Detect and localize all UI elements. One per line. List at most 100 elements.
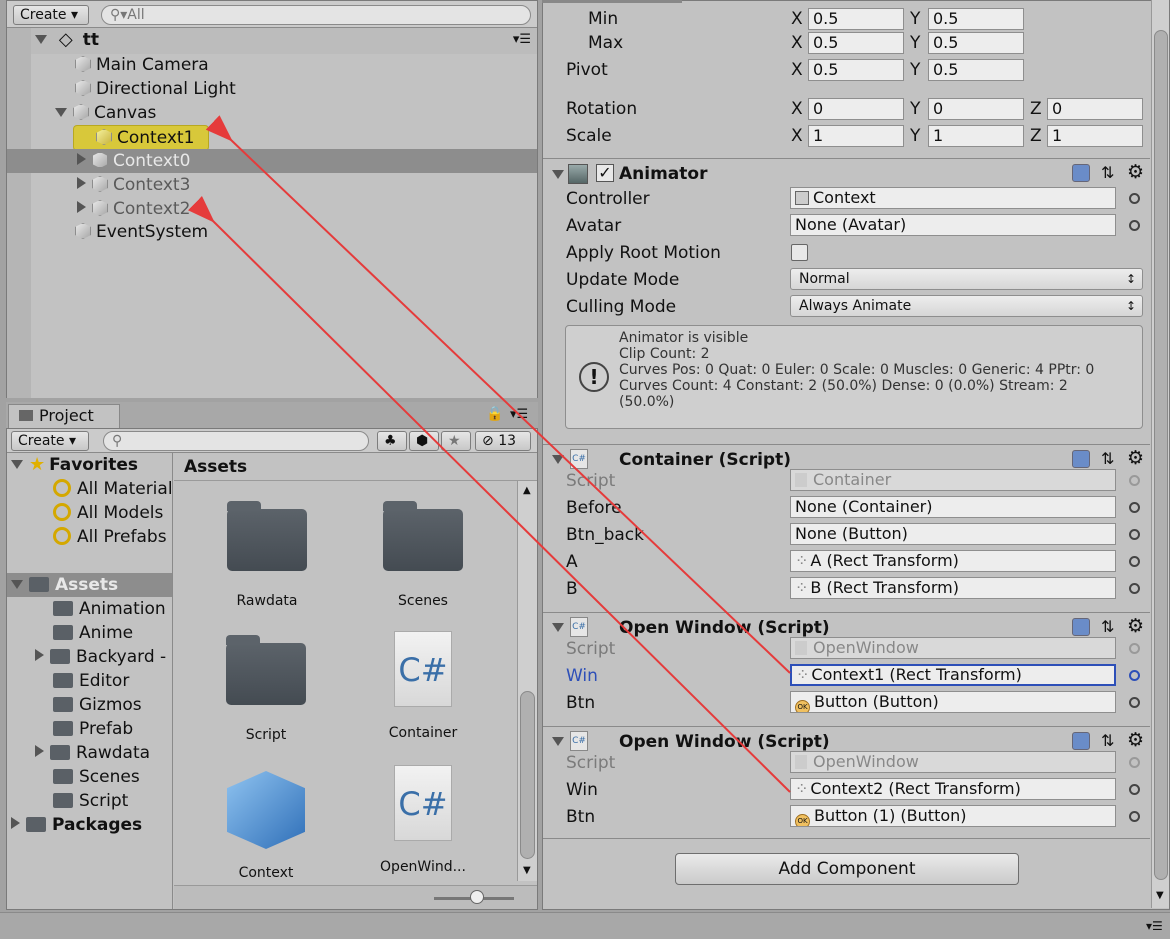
preset-icon[interactable]: ⇅: [1101, 731, 1114, 750]
help-book-icon[interactable]: [1072, 164, 1090, 182]
scene-menu-icon[interactable]: ▾☰: [513, 28, 531, 52]
scale-y-field[interactable]: 1: [928, 125, 1024, 147]
gear-icon[interactable]: ⚙: [1127, 615, 1144, 637]
object-picker-icon[interactable]: [1129, 556, 1140, 567]
favorite-button[interactable]: ★: [441, 431, 471, 451]
help-book-icon[interactable]: [1072, 618, 1090, 636]
hierarchy-item-context3[interactable]: Context3: [77, 173, 190, 197]
asset-context[interactable]: Context: [191, 771, 341, 881]
object-picker-icon[interactable]: [1129, 784, 1140, 795]
icon-size-slider-handle[interactable]: [470, 890, 484, 904]
open-window-2-win-field[interactable]: ⁘ Context2 (Rect Transform): [790, 778, 1116, 800]
hierarchy-create-button[interactable]: Create ▾: [13, 5, 89, 25]
project-search-input[interactable]: ⚲: [103, 431, 369, 451]
open-window-2-btn-field[interactable]: OK Button (1) (Button): [790, 805, 1116, 827]
packages-root-folder[interactable]: Packages: [11, 813, 142, 837]
folder-gizmos[interactable]: Gizmos: [53, 693, 142, 717]
avatar-field[interactable]: None (Avatar): [790, 214, 1116, 236]
rotation-y-field[interactable]: 0: [928, 98, 1024, 120]
folder-rawdata[interactable]: Rawdata: [35, 741, 150, 765]
btn-back-field[interactable]: None (Button): [790, 523, 1116, 545]
hierarchy-item-eventsystem[interactable]: EventSystem: [75, 220, 208, 244]
filter-by-type-button[interactable]: ♣: [377, 431, 407, 451]
gear-icon[interactable]: ⚙: [1127, 729, 1144, 751]
before-field[interactable]: None (Container): [790, 496, 1116, 518]
a-field[interactable]: ⁘ A (Rect Transform): [790, 550, 1116, 572]
favorite-item-all-prefabs[interactable]: All Prefabs: [53, 525, 167, 549]
pivot-x-field[interactable]: 0.5: [808, 59, 904, 81]
favorites-header[interactable]: ★ Favorites: [11, 453, 138, 477]
gear-icon[interactable]: ⚙: [1127, 447, 1144, 469]
foldout-arrow-icon[interactable]: [552, 170, 564, 179]
hierarchy-item-context1[interactable]: Context1: [73, 125, 210, 151]
scroll-up-icon[interactable]: ▲: [523, 485, 531, 496]
scale-z-field[interactable]: 1: [1047, 125, 1143, 147]
panel-menu-icon[interactable]: ▾☰: [510, 407, 528, 422]
filter-by-label-button[interactable]: ⬢: [409, 431, 439, 451]
rotation-x-field[interactable]: 0: [808, 98, 904, 120]
add-component-button[interactable]: Add Component: [675, 853, 1019, 885]
project-tab[interactable]: Project: [8, 404, 120, 428]
asset-rawdata[interactable]: Rawdata: [192, 501, 342, 609]
asset-grid-scrollbar[interactable]: ▲ ▼: [517, 481, 537, 881]
object-picker-icon[interactable]: [1129, 697, 1140, 708]
folder-backyard[interactable]: Backyard -: [35, 645, 166, 669]
folder-script[interactable]: Script: [53, 789, 128, 813]
object-picker-icon[interactable]: [1129, 583, 1140, 594]
hierarchy-search-input[interactable]: ⚲▾All: [101, 5, 531, 25]
foldout-arrow-icon[interactable]: [552, 623, 564, 632]
apply-root-motion-checkbox[interactable]: [791, 244, 808, 261]
b-field[interactable]: ⁘ B (Rect Transform): [790, 577, 1116, 599]
favorite-item-all-material[interactable]: All Material: [53, 477, 173, 501]
preset-icon[interactable]: ⇅: [1101, 449, 1114, 468]
expand-arrow-icon[interactable]: [11, 460, 23, 469]
breadcrumb-label[interactable]: Assets: [184, 457, 247, 477]
hierarchy-item-main-camera[interactable]: Main Camera: [75, 53, 209, 77]
hierarchy-item-directional-light[interactable]: Directional Light: [75, 77, 236, 101]
folder-anime[interactable]: Anime: [53, 621, 133, 645]
help-book-icon[interactable]: [1072, 732, 1090, 750]
culling-mode-dropdown[interactable]: Always Animate: [790, 295, 1143, 317]
folder-animation[interactable]: Animation: [53, 597, 166, 621]
expand-arrow-icon[interactable]: [35, 35, 47, 44]
expand-arrow-icon[interactable]: [11, 817, 20, 829]
folder-scenes[interactable]: Scenes: [53, 765, 140, 789]
expand-arrow-icon[interactable]: [77, 177, 86, 189]
update-mode-dropdown[interactable]: Normal: [790, 268, 1143, 290]
expand-arrow-icon[interactable]: [77, 201, 86, 213]
open-window-1-btn-field[interactable]: OK Button (Button): [790, 691, 1116, 713]
expand-arrow-icon[interactable]: [55, 108, 67, 117]
gear-icon[interactable]: ⚙: [1127, 161, 1144, 183]
anchor-max-y-field[interactable]: 0.5: [928, 32, 1024, 54]
preset-icon[interactable]: ⇅: [1101, 617, 1114, 636]
expand-arrow-icon[interactable]: [35, 745, 44, 757]
asset-container[interactable]: C# Container: [348, 631, 498, 741]
hierarchy-item-context2[interactable]: Context2: [77, 197, 190, 221]
folder-prefab[interactable]: Prefab: [53, 717, 133, 741]
inspector-scrollbar[interactable]: ▼: [1151, 0, 1169, 908]
help-book-icon[interactable]: [1072, 450, 1090, 468]
object-picker-icon[interactable]: [1129, 529, 1140, 540]
asset-openwindow[interactable]: C# OpenWind...: [348, 765, 498, 875]
animator-enabled-checkbox[interactable]: ✓: [596, 164, 614, 182]
object-picker-icon[interactable]: [1129, 670, 1140, 681]
scale-x-field[interactable]: 1: [808, 125, 904, 147]
assets-root-folder[interactable]: Assets: [11, 573, 118, 597]
rotation-z-field[interactable]: 0: [1047, 98, 1143, 120]
open-window-1-win-field[interactable]: ⁘ Context1 (Rect Transform): [790, 664, 1116, 686]
pivot-y-field[interactable]: 0.5: [928, 59, 1024, 81]
favorite-item-all-models[interactable]: All Models: [53, 501, 163, 525]
object-picker-icon[interactable]: [1129, 220, 1140, 231]
anchor-min-y-field[interactable]: 0.5: [928, 8, 1024, 30]
hierarchy-item-context0[interactable]: Context0: [77, 149, 190, 173]
preset-icon[interactable]: ⇅: [1101, 163, 1114, 182]
inspector-scroll-thumb[interactable]: [1154, 30, 1168, 880]
expand-arrow-icon[interactable]: [77, 153, 86, 165]
status-menu-icon[interactable]: ▾☰: [1146, 919, 1163, 933]
asset-scenes[interactable]: Scenes: [348, 501, 498, 609]
object-picker-icon[interactable]: [1129, 502, 1140, 513]
object-picker-icon[interactable]: [1129, 193, 1140, 204]
foldout-arrow-icon[interactable]: [552, 455, 564, 464]
anchor-max-x-field[interactable]: 0.5: [808, 32, 904, 54]
expand-arrow-icon[interactable]: [35, 649, 44, 661]
